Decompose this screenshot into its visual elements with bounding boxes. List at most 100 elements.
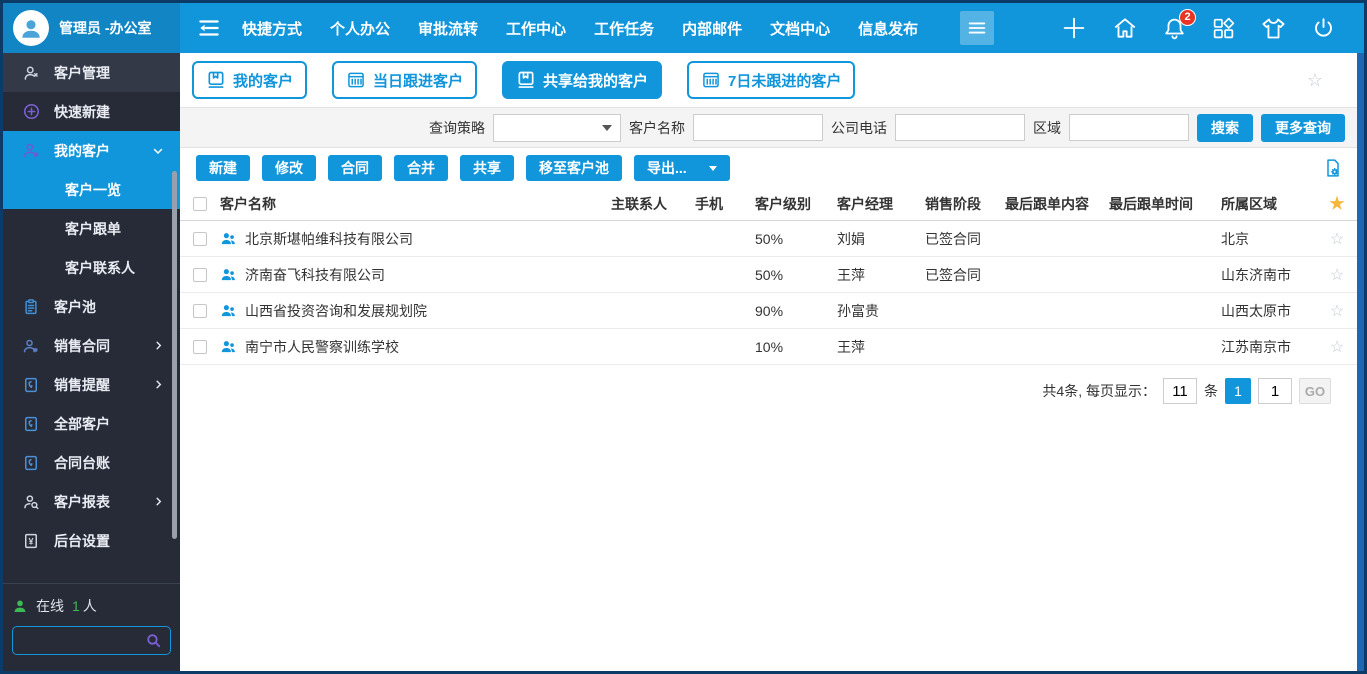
sidebar-search	[12, 626, 171, 655]
customer-name-link[interactable]: 南宁市人民警察训练学校	[245, 337, 399, 357]
row-checkbox[interactable]	[193, 340, 207, 354]
online-status: 在线 1 人	[12, 596, 171, 616]
region-label: 区域	[1033, 118, 1061, 138]
edit-button[interactable]: 修改	[262, 155, 316, 181]
sidebar-item-customer-management[interactable]: 客户管理	[3, 53, 180, 92]
add-icon[interactable]	[1060, 14, 1088, 42]
header-sales-stage[interactable]: 销售阶段	[925, 194, 1005, 214]
merge-button[interactable]: 合并	[394, 155, 448, 181]
tab-7days-no-followup[interactable]: 7日未跟进的客户	[687, 61, 855, 99]
chevron-down-icon	[152, 145, 164, 157]
goto-page-input[interactable]	[1258, 378, 1292, 404]
grid-settings-icon[interactable]	[1323, 158, 1343, 178]
sidebar-item-backend-settings[interactable]: ¥ 后台设置	[3, 521, 180, 560]
header-region[interactable]: 所属区域	[1221, 194, 1317, 214]
tab-label: 当日跟进客户	[373, 70, 463, 91]
theme-shirt-icon[interactable]	[1260, 15, 1287, 42]
power-icon[interactable]	[1311, 16, 1336, 41]
window-scrollbar[interactable]	[1357, 53, 1364, 671]
move-to-pool-button[interactable]: 移至客户池	[526, 155, 622, 181]
pagination-unit: 条	[1204, 381, 1218, 401]
row-checkbox[interactable]	[193, 268, 207, 282]
cell-region: 山东济南市	[1221, 265, 1317, 285]
header-main-contact[interactable]: 主联系人	[611, 194, 695, 214]
create-button[interactable]: 新建	[196, 155, 250, 181]
yen-doc-icon: ¥	[21, 532, 41, 550]
table-header: 客户名称 主联系人 手机 客户级别 客户经理 销售阶段 最后跟单内容 最后跟单时…	[180, 188, 1357, 221]
cell-manager: 王萍	[837, 265, 925, 285]
header-mobile[interactable]: 手机	[695, 194, 747, 214]
per-page-input[interactable]	[1163, 378, 1197, 404]
row-checkbox[interactable]	[193, 304, 207, 318]
go-button[interactable]: GO	[1299, 378, 1331, 404]
home-icon[interactable]	[1112, 15, 1138, 41]
sidebar-item-all-customers[interactable]: 全部客户	[3, 404, 180, 443]
more-menu-icon[interactable]	[960, 11, 994, 45]
sidebar-item-label: 客户一览	[65, 180, 121, 200]
sidebar-item-customer-reports[interactable]: 客户报表	[3, 482, 180, 521]
nav-item-document-center[interactable]: 文档中心	[770, 18, 830, 39]
sidebar-item-contract-ledger[interactable]: 合同台账	[3, 443, 180, 482]
customer-name-link[interactable]: 山西省投资咨询和发展规划院	[245, 301, 427, 321]
sidebar-search-input[interactable]	[21, 633, 145, 648]
header-last-followup-time[interactable]: 最后跟单时间	[1109, 194, 1221, 214]
apps-grid-icon[interactable]	[1211, 16, 1236, 41]
sidebar-item-label: 销售合同	[54, 336, 110, 356]
row-star-icon[interactable]: ☆	[1317, 265, 1357, 285]
notifications-bell-icon[interactable]: 2	[1162, 16, 1187, 41]
tab-today-followup[interactable]: 当日跟进客户	[332, 61, 477, 99]
user-area[interactable]: 管理员 -办公室	[3, 3, 180, 53]
customer-name-link[interactable]: 济南奋飞科技有限公司	[245, 265, 385, 285]
search-icon[interactable]	[145, 632, 162, 649]
row-star-icon[interactable]: ☆	[1317, 229, 1357, 249]
region-input[interactable]	[1069, 114, 1189, 141]
sidebar-item-customer-follow[interactable]: 客户跟单	[3, 209, 180, 248]
strategy-label: 查询策略	[429, 118, 485, 138]
nav-item-internal-mail[interactable]: 内部邮件	[682, 18, 742, 39]
nav-item-approval-flow[interactable]: 审批流转	[418, 18, 478, 39]
sidebar-item-sales-contracts[interactable]: 销售合同	[3, 326, 180, 365]
row-star-icon[interactable]: ☆	[1317, 337, 1357, 357]
sidebar-item-customer-contacts[interactable]: 客户联系人	[3, 248, 180, 287]
user-avatar	[13, 10, 49, 46]
sidebar-item-label: 销售提醒	[54, 375, 110, 395]
chevron-right-icon	[153, 496, 164, 507]
contact-book-icon	[21, 415, 41, 433]
row-star-icon[interactable]: ☆	[1317, 301, 1357, 321]
star-header-icon[interactable]: ★	[1317, 194, 1357, 214]
share-button[interactable]: 共享	[460, 155, 514, 181]
search-button[interactable]: 搜索	[1197, 114, 1253, 142]
favorite-page-star-icon[interactable]: ☆	[1307, 70, 1323, 91]
sidebar-scrollbar[interactable]	[172, 171, 177, 539]
tab-shared-with-me[interactable]: 共享给我的客户	[502, 61, 662, 99]
sidebar-item-my-customers[interactable]: 我的客户	[3, 131, 180, 170]
nav-item-info-publish[interactable]: 信息发布	[858, 18, 918, 39]
strategy-select[interactable]	[493, 114, 621, 142]
tab-my-customers[interactable]: 我的客户	[192, 61, 307, 99]
sidebar-item-quick-create[interactable]: 快速新建	[3, 92, 180, 131]
row-checkbox[interactable]	[193, 232, 207, 246]
nav-item-shortcuts[interactable]: 快捷方式	[242, 18, 302, 39]
select-all-checkbox[interactable]	[193, 197, 207, 211]
company-phone-input[interactable]	[895, 114, 1025, 141]
sidebar-item-customer-list[interactable]: 客户一览	[3, 170, 180, 209]
more-search-button[interactable]: 更多查询	[1261, 114, 1345, 142]
page-button-1[interactable]: 1	[1225, 378, 1251, 404]
sidebar-item-customer-pool[interactable]: 客户池	[3, 287, 180, 326]
sidebar-item-sales-reminders[interactable]: 销售提醒	[3, 365, 180, 404]
header-customer-level[interactable]: 客户级别	[747, 194, 837, 214]
header-customer-manager[interactable]: 客户经理	[837, 194, 925, 214]
sidebar-footer: 在线 1 人	[3, 583, 180, 671]
sidebar-item-label: 全部客户	[54, 414, 110, 434]
nav-item-personal-office[interactable]: 个人办公	[330, 18, 390, 39]
nav-item-work-tasks[interactable]: 工作任务	[594, 18, 654, 39]
header-customer-name[interactable]: 客户名称	[220, 194, 611, 214]
contract-button[interactable]: 合同	[328, 155, 382, 181]
header-last-followup-content[interactable]: 最后跟单内容	[1005, 194, 1109, 214]
nav-item-work-center[interactable]: 工作中心	[506, 18, 566, 39]
menu-fold-icon[interactable]	[196, 15, 222, 41]
export-button[interactable]: 导出...	[634, 155, 730, 181]
table-row: 济南奋飞科技有限公司 50% 王萍 已签合同 山东济南市 ☆	[180, 257, 1357, 293]
customer-name-link[interactable]: 北京斯堪帕维科技有限公司	[245, 229, 413, 249]
customer-name-input[interactable]	[693, 114, 823, 141]
